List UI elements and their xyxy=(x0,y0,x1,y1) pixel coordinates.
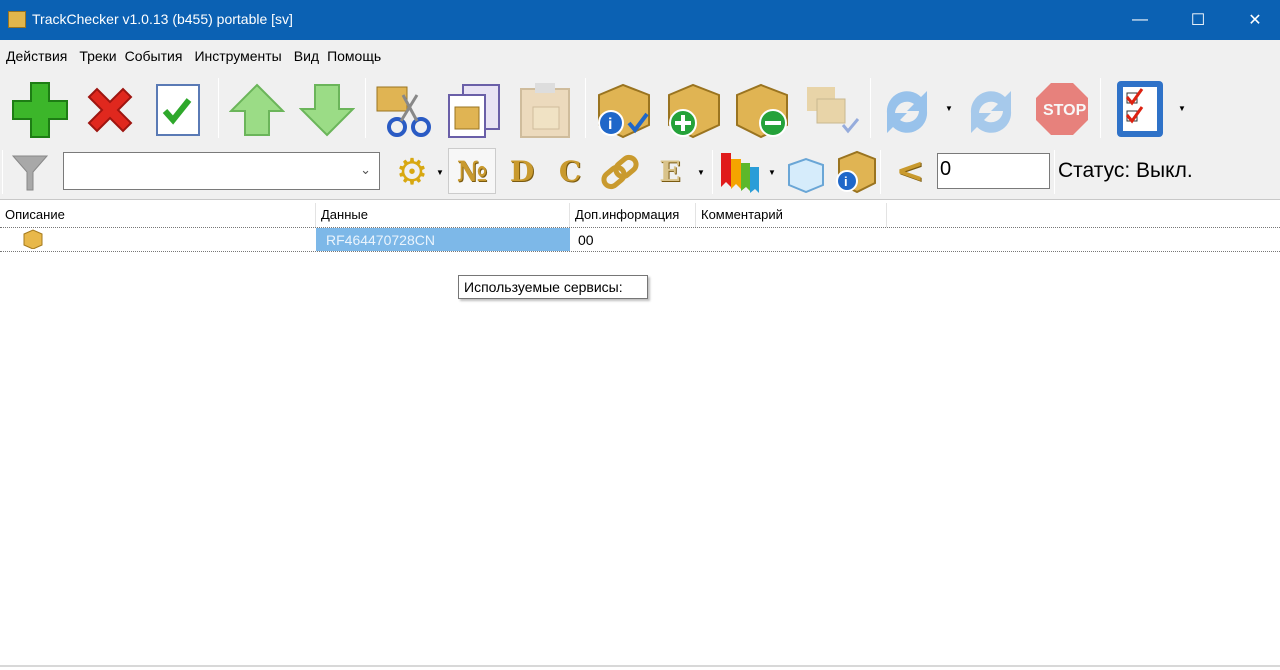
menu-bar: Действия Треки События Инструменты Вид П… xyxy=(0,40,1280,72)
menu-help[interactable]: Помощь xyxy=(323,48,385,64)
window-title: TrackChecker v1.0.13 (b455) portable [sv… xyxy=(32,11,293,27)
stop-icon[interactable]: STOP xyxy=(1034,80,1090,138)
e-dropdown-icon[interactable]: ▼ xyxy=(697,168,705,177)
svg-text:i: i xyxy=(844,174,848,189)
cell-comment xyxy=(696,228,887,251)
cell-extra-info: 00 xyxy=(578,232,594,248)
refresh-icon[interactable] xyxy=(876,82,938,138)
box-remove-icon[interactable] xyxy=(732,80,792,140)
menu-tools[interactable]: Инструменты xyxy=(190,48,285,64)
boxes-check-icon[interactable] xyxy=(802,80,862,140)
box-info-icon[interactable]: i xyxy=(592,80,654,140)
less-than-button[interactable]: < xyxy=(888,148,932,194)
link-icon[interactable] xyxy=(598,150,642,194)
column-header-data[interactable]: Данные xyxy=(316,203,570,227)
flags-dropdown-icon[interactable]: ▼ xyxy=(768,168,776,177)
move-up-icon[interactable] xyxy=(228,82,286,138)
table-row[interactable]: RF464470728CN 00 xyxy=(0,227,1280,252)
maximize-button[interactable]: ☐ xyxy=(1173,0,1223,40)
tooltip: Используемые сервисы: xyxy=(458,275,648,299)
cell-data: RF464470728CN xyxy=(316,228,570,251)
main-toolbar: i ▼ STOP ▼ xyxy=(0,72,1280,144)
copy-icon[interactable] xyxy=(444,80,504,140)
number-toggle[interactable]: № xyxy=(448,148,496,194)
color-flags-icon[interactable] xyxy=(718,150,764,196)
open-box-icon[interactable] xyxy=(784,150,828,194)
chevron-down-icon[interactable]: ⌄ xyxy=(360,162,371,178)
app-icon xyxy=(8,11,26,28)
box-info-small-icon[interactable]: i xyxy=(832,148,878,196)
refresh-dropdown-icon[interactable]: ▼ xyxy=(945,104,953,113)
filter-icon[interactable] xyxy=(10,152,50,192)
check-document-icon[interactable] xyxy=(152,82,204,138)
add-track-icon[interactable] xyxy=(10,80,70,140)
filter-toolbar: ⌄ ⚙ ▼ № D C E ▼ ▼ i < 0 Статус: Выкл. xyxy=(0,144,1280,199)
delete-track-icon[interactable] xyxy=(82,82,138,138)
svg-text:STOP: STOP xyxy=(1043,102,1087,119)
title-bar: TrackChecker v1.0.13 (b455) portable [sv… xyxy=(0,0,1280,40)
checklist-dropdown-icon[interactable]: ▼ xyxy=(1178,104,1186,113)
tracks-table: Описание Данные Доп.информация Комментар… xyxy=(0,199,1280,667)
c-toggle[interactable]: C xyxy=(548,148,592,194)
menu-actions[interactable]: Действия xyxy=(2,48,71,64)
gear-icon[interactable]: ⚙ xyxy=(392,151,432,192)
menu-events[interactable]: События xyxy=(121,48,187,64)
svg-text:i: i xyxy=(608,116,612,133)
column-header-extra-info[interactable]: Доп.информация xyxy=(570,203,696,227)
close-button[interactable]: ✕ xyxy=(1230,0,1280,40)
counter-input[interactable]: 0 xyxy=(937,153,1050,189)
refresh-all-icon[interactable] xyxy=(960,82,1022,138)
checklist-icon[interactable] xyxy=(1112,78,1168,140)
move-down-icon[interactable] xyxy=(298,82,356,138)
box-add-icon[interactable] xyxy=(662,80,722,140)
e-toggle[interactable]: E xyxy=(648,148,692,194)
gear-dropdown-icon[interactable]: ▼ xyxy=(436,168,444,177)
cut-icon[interactable] xyxy=(372,80,434,140)
filter-combobox[interactable]: ⌄ xyxy=(63,152,380,190)
column-header-comment[interactable]: Комментарий xyxy=(696,203,887,227)
menu-tracks[interactable]: Треки xyxy=(75,48,120,64)
status-label: Статус: Выкл. xyxy=(1058,159,1193,182)
column-header-description[interactable]: Описание xyxy=(0,203,316,227)
minimize-button[interactable]: — xyxy=(1115,0,1165,40)
menu-view[interactable]: Вид xyxy=(290,48,323,64)
cell-description xyxy=(0,228,316,251)
paste-icon[interactable] xyxy=(516,80,574,140)
d-toggle[interactable]: D xyxy=(500,148,544,194)
